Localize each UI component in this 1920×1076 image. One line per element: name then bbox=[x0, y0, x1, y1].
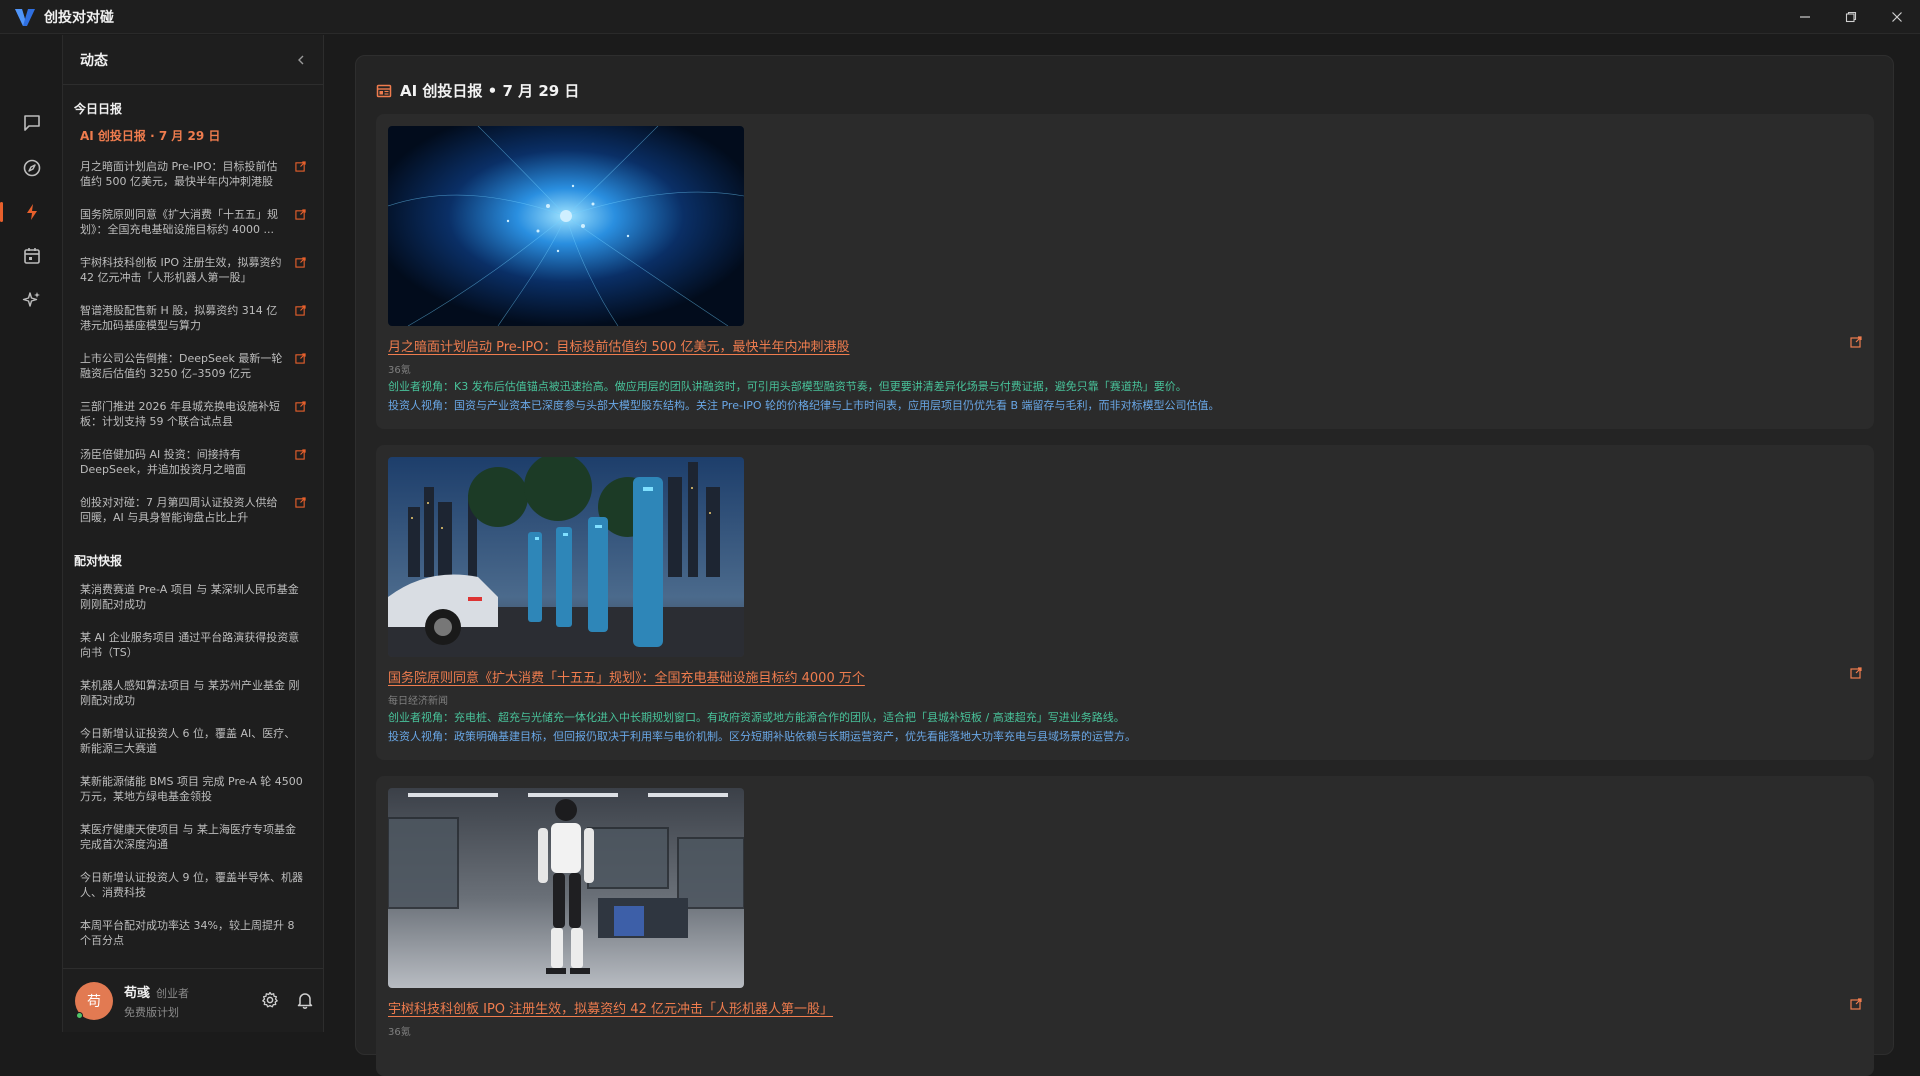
feed-item[interactable]: 智谱港股配售新 H 股，拟募资约 314 亿港元加码基座模型与算力 bbox=[73, 298, 314, 346]
panel-header: 动态 bbox=[63, 35, 323, 85]
external-link-icon[interactable] bbox=[1850, 336, 1862, 348]
panel-scroll[interactable]: 今日日报 AI 创投日报 · 7 月 29 日 月之暗面计划启动 Pre-IPO… bbox=[63, 86, 324, 956]
feed-item-text: 宇树科技科创板 IPO 注册生效，拟募资约 42 亿元冲击「人形机器人第一股」 bbox=[80, 256, 282, 284]
chat-icon bbox=[23, 115, 40, 131]
external-link-icon[interactable] bbox=[295, 497, 306, 508]
feed-item[interactable]: 汤臣倍健加码 AI 投资：间接持有 DeepSeek，并追加投资月之暗面 bbox=[73, 442, 314, 490]
main-content[interactable]: AI 创投日报 • 7 月 29 日 月之暗面计划启动 Pre-IPO：目标投前… bbox=[355, 55, 1894, 1076]
title-bar: 创投对对碰 bbox=[0, 0, 1920, 34]
user-role: 创业者 bbox=[156, 986, 190, 1000]
news-source: 36氪 bbox=[388, 1027, 411, 1038]
rail-feed-button[interactable] bbox=[0, 192, 63, 232]
rail-chat-button[interactable] bbox=[0, 103, 63, 143]
user-bar: 苟 苟彧 创业者 免费版计划 bbox=[63, 968, 324, 1032]
close-icon bbox=[1892, 12, 1902, 22]
external-link-icon[interactable] bbox=[295, 353, 306, 364]
feed-item-text: 创投对对碰：7 月第四周认证投资人供给回暖，AI 与具身智能询盘占比上升 bbox=[80, 496, 278, 524]
feed-item-text: 国务院原则同意《扩大消费「十五五」规划》：全国充电基础设施目标约 4000 ..… bbox=[80, 208, 278, 236]
collapse-panel-icon[interactable] bbox=[295, 54, 307, 66]
rail-discover-button[interactable] bbox=[0, 148, 63, 188]
external-link-icon[interactable] bbox=[1850, 667, 1862, 679]
newspaper-icon bbox=[376, 84, 392, 97]
panel-title: 动态 bbox=[80, 52, 108, 69]
rail-calendar-button[interactable] bbox=[0, 236, 63, 276]
avatar[interactable]: 苟 bbox=[75, 981, 113, 1020]
main-title-text: AI 创投日报 • 7 月 29 日 bbox=[400, 82, 580, 100]
lightning-icon bbox=[26, 204, 37, 220]
news-source: 每日经济新闻 bbox=[388, 696, 448, 707]
news-card-title[interactable]: 月之暗面计划启动 Pre-IPO：目标投前估值约 500 亿美元，最快半年内冲刺… bbox=[388, 336, 1862, 355]
online-status-dot bbox=[76, 1011, 83, 1019]
feed-item[interactable]: 月之暗面计划启动 Pre-IPO：目标投前估值约 500 亿美元，最快半年内冲刺… bbox=[73, 154, 314, 202]
close-button[interactable] bbox=[1874, 0, 1920, 34]
feed-item-text: 汤臣倍健加码 AI 投资：间接持有 DeepSeek，并追加投资月之暗面 bbox=[80, 448, 246, 476]
user-info: 苟彧 创业者 免费版计划 bbox=[124, 982, 189, 1020]
news-source: 36氪 bbox=[388, 365, 411, 376]
maximize-button[interactable] bbox=[1828, 0, 1874, 34]
nav-rail bbox=[0, 35, 63, 1032]
sparkle-icon bbox=[22, 292, 40, 307]
external-link-icon[interactable] bbox=[295, 209, 306, 220]
external-link-icon[interactable] bbox=[295, 449, 306, 460]
feed-item[interactable]: 国务院原则同意《扩大消费「十五五」规划》：全国充电基础设施目标约 4000 ..… bbox=[73, 202, 314, 250]
news-card[interactable]: 国务院原则同意《扩大消费「十五五」规划》：全国充电基础设施目标约 4000 万个… bbox=[376, 445, 1874, 760]
news-card-title[interactable]: 宇树科技科创板 IPO 注册生效，拟募资约 42 亿元冲击「人形机器人第一股」 bbox=[388, 998, 1862, 1017]
user-name: 苟彧 bbox=[124, 985, 151, 1001]
minimize-icon bbox=[1800, 16, 1810, 18]
bell-icon[interactable] bbox=[296, 991, 314, 1009]
external-link-icon[interactable] bbox=[295, 401, 306, 412]
app-title: 创投对对碰 bbox=[44, 9, 114, 26]
match-item[interactable]: 某医疗健康天使项目 与 某上海医疗专项基金 完成首次深度沟通 bbox=[73, 817, 314, 865]
news-card[interactable]: 宇树科技科创板 IPO 注册生效，拟募资约 42 亿元冲击「人形机器人第一股」 … bbox=[376, 776, 1874, 1076]
calendar-icon bbox=[23, 248, 40, 264]
feed-item-text: 上市公司公告倒推：DeepSeek 最新一轮融资后估值约 3250 亿–3509… bbox=[80, 352, 283, 380]
match-item[interactable]: 本周平台配对成功率达 34%，较上周提升 8 个百分点 bbox=[73, 913, 314, 956]
match-item[interactable]: 某 AI 企业服务项目 通过平台路演获得投资意向书（TS） bbox=[73, 625, 314, 673]
founder-perspective: 创业者视角：充电桩、超充与光储充一体化进入中长期规划窗口。有政府资源或地方能源合… bbox=[388, 711, 1125, 724]
feed-item[interactable]: 创投对对碰：7 月第四周认证投资人供给回暖，AI 与具身智能询盘占比上升 bbox=[73, 490, 314, 538]
feed-item-text: 智谱港股配售新 H 股，拟募资约 314 亿港元加码基座模型与算力 bbox=[80, 304, 278, 332]
app-logo-icon bbox=[15, 8, 35, 26]
external-link-icon[interactable] bbox=[295, 257, 306, 268]
investor-perspective: 投资人视角：政策明确基建目标，但回报仍取决于利用率与电价机制。区分短期补贴依赖与… bbox=[388, 730, 1136, 743]
external-link-icon[interactable] bbox=[295, 161, 306, 172]
user-plan: 免费版计划 bbox=[124, 1005, 179, 1019]
match-item[interactable]: 某新能源储能 BMS 项目 完成 Pre-A 轮 4500 万元，某地方绿电基金… bbox=[73, 769, 314, 817]
restore-icon bbox=[1845, 11, 1857, 23]
match-item[interactable]: 今日新增认证投资人 9 位，覆盖半导体、机器人、消费科技 bbox=[73, 865, 314, 913]
feed-item[interactable]: 宇树科技科创板 IPO 注册生效，拟募资约 42 亿元冲击「人形机器人第一股」 bbox=[73, 250, 314, 298]
founder-perspective: 创业者视角：K3 发布后估值锚点被迅速抬高。做应用层的团队讲融资时，可引用头部模… bbox=[388, 380, 1187, 393]
today-section-title: 今日日报 bbox=[74, 102, 123, 116]
feed-item[interactable]: 上市公司公告倒推：DeepSeek 最新一轮融资后估值约 3250 亿–3509… bbox=[73, 346, 314, 394]
match-item[interactable]: 某机器人感知算法项目 与 某苏州产业基金 刚刚配对成功 bbox=[73, 673, 314, 721]
external-link-icon[interactable] bbox=[295, 305, 306, 316]
ev-charging-image bbox=[388, 457, 744, 657]
news-card-title[interactable]: 国务院原则同意《扩大消费「十五五」规划》：全国充电基础设施目标约 4000 万个 bbox=[388, 667, 1862, 686]
investor-perspective: 投资人视角：国资与产业资本已深度参与头部大模型股东结构。关注 Pre-IPO 轮… bbox=[388, 399, 1220, 412]
minimize-button[interactable] bbox=[1782, 0, 1828, 34]
daily-report-link[interactable]: AI 创投日报 · 7 月 29 日 bbox=[80, 127, 314, 144]
news-card[interactable]: 月之暗面计划启动 Pre-IPO：目标投前估值约 500 亿美元，最快半年内冲刺… bbox=[376, 114, 1874, 429]
feed-panel: 动态 今日日报 AI 创投日报 · 7 月 29 日 月之暗面计划启动 Pre-… bbox=[63, 35, 324, 1032]
main-title: AI 创投日报 • 7 月 29 日 bbox=[376, 80, 579, 101]
feed-item-text: 月之暗面计划启动 Pre-IPO：目标投前估值约 500 亿美元，最快半年内冲刺… bbox=[80, 160, 278, 188]
match-list: 某消费赛道 Pre-A 项目 与 某深圳人民币基金 刚刚配对成功某 AI 企业服… bbox=[73, 577, 314, 956]
feed-item[interactable]: 三部门推进 2026 年县城充换电设施补短板：计划支持 59 个联合试点县 bbox=[73, 394, 314, 442]
match-section-title: 配对快报 bbox=[74, 554, 123, 568]
match-item[interactable]: 某消费赛道 Pre-A 项目 与 某深圳人民币基金 刚刚配对成功 bbox=[73, 577, 314, 625]
match-item[interactable]: 今日新增认证投资人 6 位，覆盖 AI、医疗、新能源三大赛道 bbox=[73, 721, 314, 769]
ai-network-image bbox=[388, 126, 744, 326]
external-link-icon[interactable] bbox=[1850, 998, 1862, 1010]
humanoid-robot-image bbox=[388, 788, 744, 988]
compass-icon bbox=[23, 159, 40, 177]
settings-gear-icon[interactable] bbox=[261, 991, 279, 1009]
feed-list: 月之暗面计划启动 Pre-IPO：目标投前估值约 500 亿美元，最快半年内冲刺… bbox=[73, 154, 314, 538]
feed-item-text: 三部门推进 2026 年县城充换电设施补短板：计划支持 59 个联合试点县 bbox=[80, 400, 280, 428]
avatar-initial: 苟 bbox=[87, 993, 101, 1010]
rail-ai-button[interactable] bbox=[0, 280, 63, 320]
